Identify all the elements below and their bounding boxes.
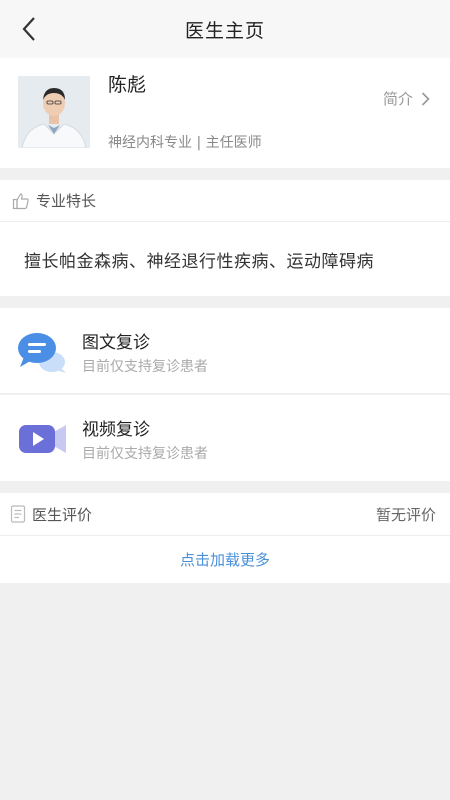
consult-option-video[interactable]: 视频复诊 目前仅支持复诊患者: [0, 395, 450, 481]
specialty-text: 擅长帕金森病、神经退行性疾病、运动障碍病: [24, 251, 374, 272]
back-button[interactable]: [14, 14, 44, 44]
thumbs-up-icon: [12, 192, 29, 209]
reviews-header: 医生评价 暂无评价: [0, 493, 450, 536]
page-title: 医生主页: [184, 19, 265, 42]
consult-desc: 目前仅支持复诊患者: [82, 359, 208, 375]
document-icon: [10, 505, 26, 523]
intro-link[interactable]: 简介: [383, 88, 430, 109]
reviews-load-more-row: 点击加载更多: [0, 536, 450, 583]
intro-label: 简介: [382, 90, 413, 108]
chevron-right-icon: [421, 91, 430, 106]
consult-desc: 目前仅支持复诊患者: [82, 446, 208, 462]
chevron-left-icon: [22, 17, 35, 41]
specialty-header-label: 专业特长: [36, 192, 97, 210]
reviews-status: 暂无评价: [375, 505, 436, 524]
consult-title: 视频复诊: [82, 420, 150, 440]
consult-title: 图文复诊: [82, 333, 150, 353]
nav-bar: 医生主页: [0, 0, 450, 58]
consult-option-text[interactable]: 图文复诊 目前仅支持复诊患者: [0, 308, 450, 394]
load-more-link[interactable]: 点击加载更多: [180, 549, 270, 570]
chat-bubble-icon: [18, 333, 66, 373]
doctor-department-title: 神经内科专业 | 主任医师: [108, 135, 262, 151]
video-camera-icon: [19, 425, 66, 453]
specialty-header: 专业特长: [0, 180, 450, 222]
reviews-header-label: 医生评价: [32, 505, 93, 524]
doctor-avatar: [18, 76, 90, 148]
doctor-card: 陈彪 神经内科专业 | 主任医师 简介: [0, 58, 450, 168]
specialty-body: 擅长帕金森病、神经退行性疾病、运动障碍病: [0, 222, 450, 296]
doctor-name: 陈彪: [108, 74, 147, 96]
